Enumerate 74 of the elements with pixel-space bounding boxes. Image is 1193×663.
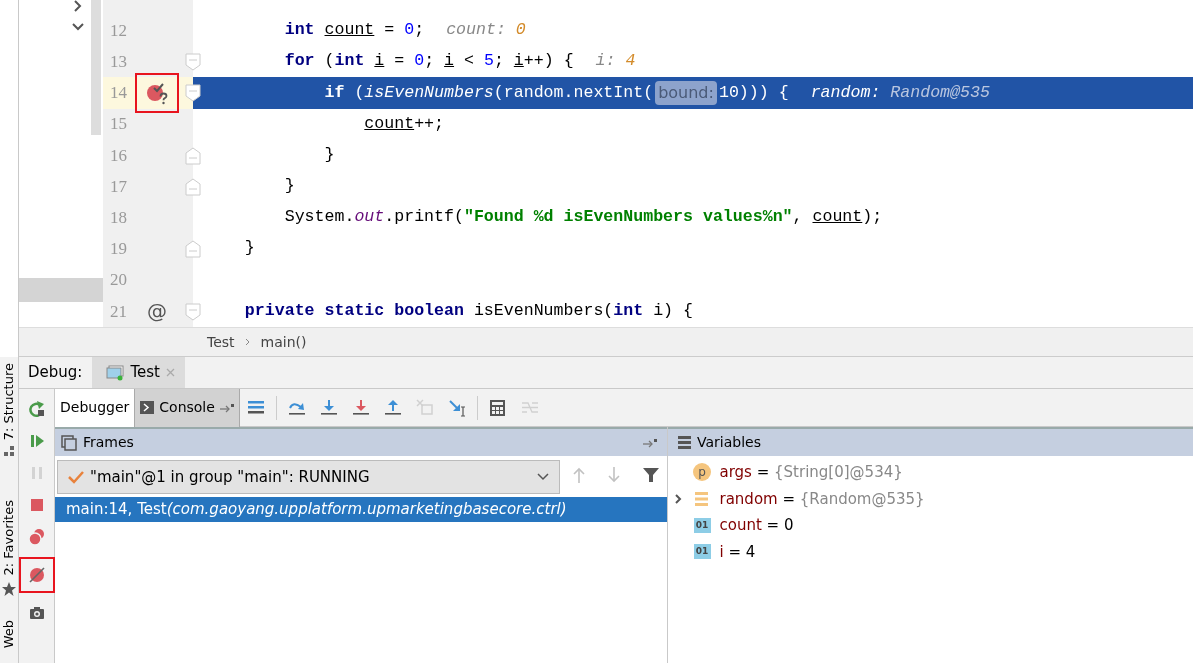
fold-marker-icon[interactable] <box>185 240 201 259</box>
fold-marker-icon[interactable] <box>185 302 201 321</box>
chevron-right-icon[interactable] <box>674 492 682 505</box>
chevron-down-icon <box>537 473 549 481</box>
tool-window-tab[interactable]: 7: Structure <box>0 363 18 441</box>
gutter-mark[interactable]: @ <box>147 301 167 322</box>
pin-icon[interactable] <box>219 402 234 413</box>
variable-entry[interactable]: count = 0 <box>719 514 794 537</box>
fold-marker-icon[interactable] <box>185 53 201 72</box>
primitive-icon: 01 <box>693 517 711 533</box>
line-number: 20 <box>109 269 128 292</box>
tab[interactable]: Test <box>92 356 185 389</box>
star-icon <box>2 581 16 596</box>
code-text: if (isEvenNumbers(random.nextInt( <box>323 81 654 104</box>
variable-entry[interactable]: i = 4 <box>719 540 756 563</box>
tool-window-tab[interactable]: Web <box>0 619 18 649</box>
chevron-down-icon[interactable] <box>72 21 84 33</box>
primitive-icon: 01 <box>693 544 711 560</box>
line-number: 15 <box>109 113 128 136</box>
fold-marker-icon[interactable] <box>185 84 201 103</box>
chevron-right-icon <box>244 338 251 346</box>
list-icon <box>678 435 691 450</box>
tool-window-tab[interactable]: 2: Favorites <box>0 500 18 576</box>
fold-marker-icon[interactable] <box>185 177 201 196</box>
code-text: private static boolean isEvenNumbers(int i) { <box>243 299 693 322</box>
line-number: 18 <box>109 206 128 229</box>
scrollbar[interactable] <box>19 278 103 302</box>
tab[interactable]: Console <box>135 388 240 427</box>
code-text: } <box>243 237 255 260</box>
check-icon <box>68 470 84 484</box>
parameter-hint: bound: <box>655 80 717 105</box>
frames-icon <box>61 434 77 451</box>
parameter-icon: p <box>693 463 711 482</box>
breadcrumb[interactable]: main() <box>260 331 307 353</box>
code-text: for (int i = 0; i < 5; i++) { <box>283 50 574 73</box>
scrollbar[interactable] <box>91 0 101 135</box>
line-number: 19 <box>109 238 128 261</box>
thread-dropdown[interactable]: "main"@1 in group "main": RUNNING <box>57 460 560 494</box>
inline-value-hint: random: Random@535 <box>810 81 990 104</box>
panel-title: Frames <box>83 433 134 452</box>
line-number: 16 <box>109 144 128 167</box>
code-text: count++; <box>363 112 444 135</box>
fold-marker-icon[interactable] <box>185 146 201 165</box>
step-out-icon[interactable] <box>382 397 403 418</box>
panel-title: Debug: <box>27 362 84 384</box>
variable-entry[interactable]: random = {Random@535} <box>719 487 925 510</box>
line-number: 12 <box>109 19 128 42</box>
inline-value-hint: count: 0 <box>446 19 526 42</box>
panel-title: Variables <box>697 433 761 452</box>
step-into-icon[interactable] <box>318 397 339 418</box>
line-number: 17 <box>109 175 128 198</box>
line-number: 13 <box>109 51 128 74</box>
code-text: 10))) { <box>718 81 789 104</box>
variable-entry[interactable]: args = {String[0]@534} <box>719 461 903 484</box>
chevron-right-icon[interactable] <box>72 0 84 12</box>
code-text: } <box>323 143 335 166</box>
run-to-cursor-icon[interactable] <box>446 397 467 418</box>
window-icon <box>106 364 125 381</box>
calculator-icon[interactable] <box>487 397 508 418</box>
tab[interactable]: Debugger <box>55 388 136 427</box>
line-number: 14 <box>109 82 128 105</box>
console-icon <box>140 401 155 414</box>
field-icon <box>693 489 711 508</box>
line-number: 21 <box>109 300 128 323</box>
force-step-into-icon[interactable] <box>350 397 371 418</box>
pin-icon[interactable] <box>643 437 657 448</box>
breadcrumb[interactable]: Test <box>207 331 235 353</box>
inline-value-hint: i: 4 <box>595 50 636 73</box>
filter-icon[interactable] <box>642 466 661 484</box>
code-text: int count = 0; <box>283 19 425 42</box>
structure-icon <box>3 446 15 459</box>
code-text: } <box>283 175 295 198</box>
stack-frame-row[interactable]: main:14, Test(com.gaoyang.upplatform.upmarketingbasecore.ctrl) <box>55 497 667 522</box>
code-text: System.out.printf("Found %d isEvenNumbers values%n", count); <box>283 206 883 229</box>
